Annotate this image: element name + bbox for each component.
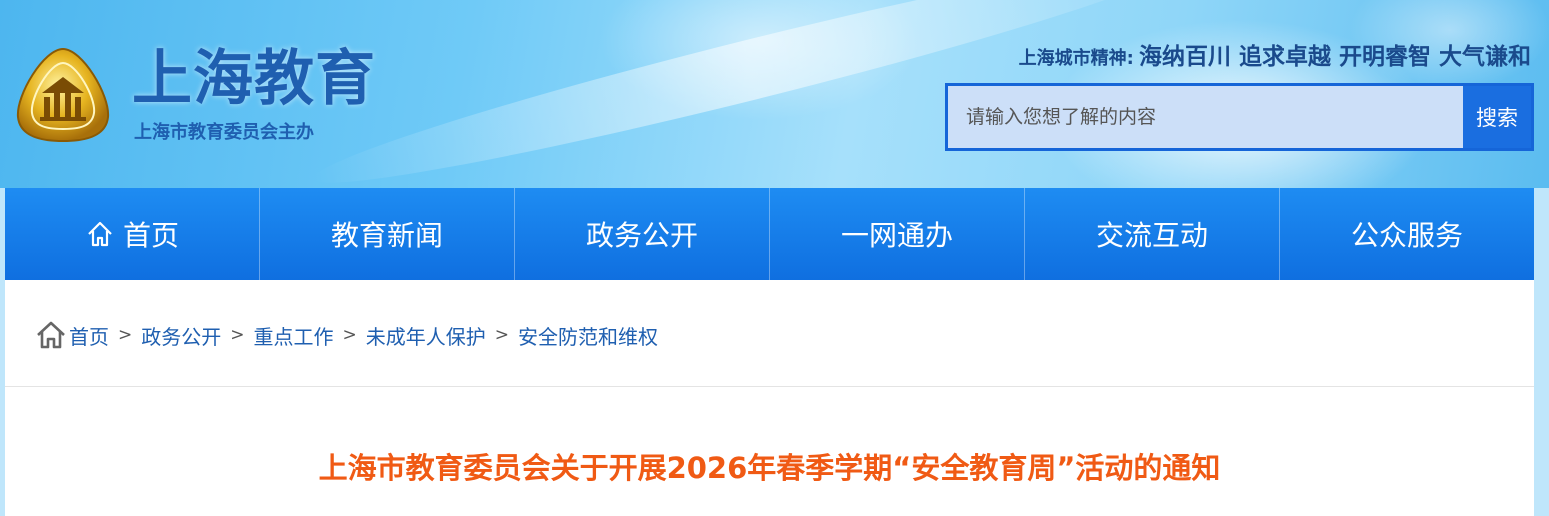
motto-text: 海纳百川 追求卓越 开明睿智 大气谦和 xyxy=(1138,44,1531,70)
breadcrumb-separator: > xyxy=(230,325,245,345)
nav-item-label: 政务公开 xyxy=(585,219,698,252)
main-content: 首页 > 政务公开 > 重点工作 > 未成年人保护 > 安全防范和维权 上海市教… xyxy=(5,280,1534,516)
main-nav: 首页 教育新闻 政务公开 一网通办 交流互动 公众服务 xyxy=(5,188,1534,280)
nav-item-interaction[interactable]: 交流互动 xyxy=(1025,188,1280,280)
nav-item-label: 首页 xyxy=(122,219,179,252)
breadcrumb-safety-rights[interactable]: 安全防范和维权 xyxy=(518,321,658,350)
breadcrumb-separator: > xyxy=(342,325,357,345)
breadcrumb-government-affairs[interactable]: 政务公开 xyxy=(141,321,221,350)
search-input[interactable] xyxy=(948,86,1466,148)
search-button[interactable]: 搜索 xyxy=(1463,86,1531,148)
breadcrumb-key-work[interactable]: 重点工作 xyxy=(254,321,334,350)
site-header: 上海教育 上海市教育委员会主办 上海城市精神: 海纳百川 追求卓越 开明睿智 大… xyxy=(0,0,1549,188)
nav-item-home[interactable]: 首页 xyxy=(5,188,260,280)
breadcrumb: 首页 > 政务公开 > 重点工作 > 未成年人保护 > 安全防范和维权 xyxy=(35,318,658,352)
city-motto: 上海城市精神: 海纳百川 追求卓越 开明睿智 大气谦和 xyxy=(1019,40,1531,76)
divider xyxy=(5,386,1534,387)
nav-item-label: 公众服务 xyxy=(1350,219,1463,252)
page: 上海教育 上海市教育委员会主办 上海城市精神: 海纳百川 追求卓越 开明睿智 大… xyxy=(0,0,1549,516)
nav-item-one-stop-service[interactable]: 一网通办 xyxy=(770,188,1025,280)
nav-item-education-news[interactable]: 教育新闻 xyxy=(260,188,515,280)
site-title[interactable]: 上海教育 xyxy=(132,40,376,118)
home-icon xyxy=(88,221,112,247)
nav-item-label: 交流互动 xyxy=(1095,219,1208,252)
breadcrumb-minor-protection[interactable]: 未成年人保护 xyxy=(366,321,486,350)
breadcrumb-separator: > xyxy=(118,325,133,345)
nav-item-label: 教育新闻 xyxy=(330,219,443,252)
shanghai-education-emblem-icon[interactable] xyxy=(12,45,114,145)
nav-item-label: 一网通办 xyxy=(840,219,953,252)
breadcrumb-separator: > xyxy=(494,325,509,345)
search-box: 搜索 xyxy=(945,83,1534,151)
breadcrumb-home[interactable]: 首页 xyxy=(69,321,109,350)
site-subtitle: 上海市教育委员会主办 xyxy=(134,122,314,143)
nav-item-government-affairs[interactable]: 政务公开 xyxy=(515,188,770,280)
home-icon[interactable] xyxy=(35,319,67,351)
nav-item-public-services[interactable]: 公众服务 xyxy=(1280,188,1534,280)
article-title: 上海市教育委员会关于开展2026年春季学期“安全教育周”活动的通知 xyxy=(318,451,1221,485)
motto-label: 上海城市精神: xyxy=(1018,48,1134,69)
